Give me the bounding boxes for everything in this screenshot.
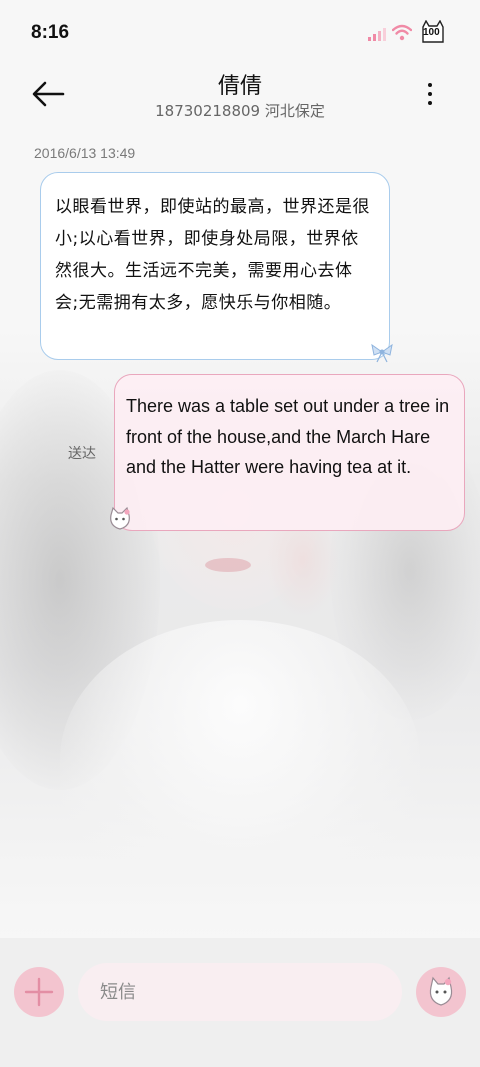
- delivery-status: 送达: [68, 446, 96, 462]
- outgoing-message-text: There was a table set out under a tree i…: [126, 396, 450, 477]
- conversation-header: 倩倩 18730218809 河北保定: [0, 64, 480, 128]
- contact-name: 倩倩: [217, 74, 262, 99]
- bow-decoration-icon: [371, 343, 393, 363]
- more-vertical-icon: [428, 83, 432, 87]
- cat-decoration-icon: [110, 506, 130, 530]
- status-bar: 8:16 100: [0, 0, 480, 64]
- incoming-message-bubble[interactable]: 以眼看世界，即使站的最高，世界还是很小;以心看世界，即使身处局限，世界依然很大。…: [40, 172, 393, 363]
- send-button[interactable]: [416, 967, 466, 1017]
- battery-level: 100: [423, 27, 440, 38]
- message-input[interactable]: [78, 963, 402, 1021]
- message-composer: [0, 938, 480, 1067]
- more-options-button[interactable]: [418, 80, 442, 110]
- message-timestamp: 2016/6/13 13:49: [34, 145, 136, 161]
- incoming-message-text: 以眼看世界，即使站的最高，世界还是很小;以心看世界，即使身处局限，世界依然很大。…: [55, 197, 370, 313]
- wifi-icon: [392, 24, 412, 41]
- plus-icon: [24, 977, 54, 1007]
- contact-phone-location: 18730218809 河北保定: [155, 102, 325, 120]
- outgoing-message-bubble[interactable]: There was a table set out under a tree i…: [110, 374, 465, 531]
- signal-icon: [368, 28, 386, 41]
- status-time: 8:16: [31, 22, 70, 43]
- attach-button[interactable]: [14, 967, 64, 1017]
- cat-send-icon: [429, 976, 453, 1006]
- battery-cat-icon: 100: [420, 19, 446, 46]
